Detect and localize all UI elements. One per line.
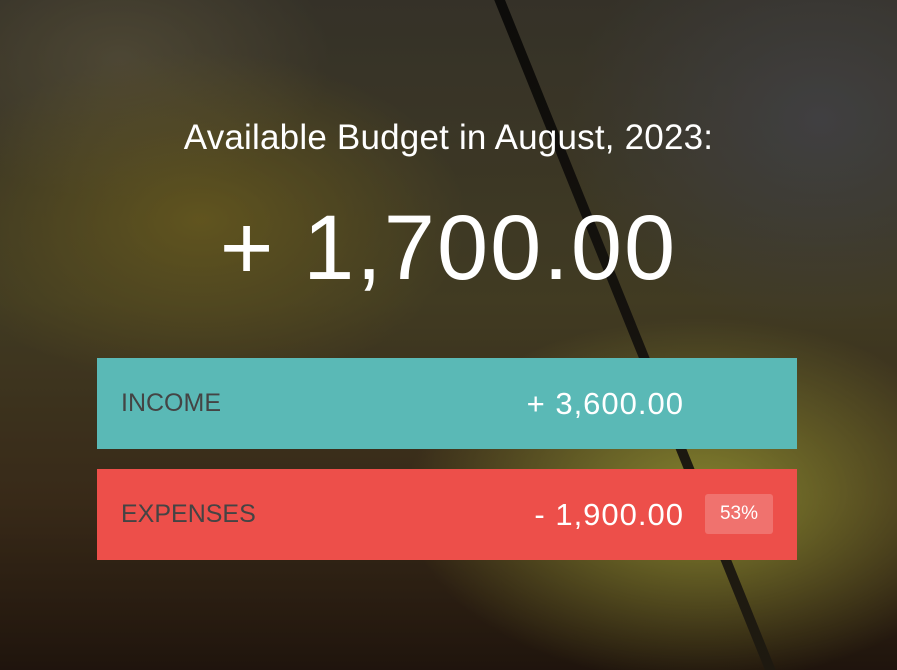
- income-value: + 3,600.00: [526, 386, 684, 421]
- income-summary: INCOME + 3,600.00: [97, 358, 797, 449]
- budget-title: Available Budget in August, 2023:: [183, 118, 714, 157]
- expenses-label: EXPENSES: [121, 500, 256, 528]
- expenses-summary: EXPENSES - 1,900.00 53%: [97, 469, 797, 560]
- expenses-percentage-badge: 53%: [705, 494, 773, 534]
- income-label: INCOME: [121, 389, 221, 417]
- budget-value: + 1,700.00: [219, 197, 678, 299]
- budget-header: Available Budget in August, 2023: + 1,70…: [0, 0, 897, 670]
- expenses-value: - 1,900.00: [534, 497, 684, 532]
